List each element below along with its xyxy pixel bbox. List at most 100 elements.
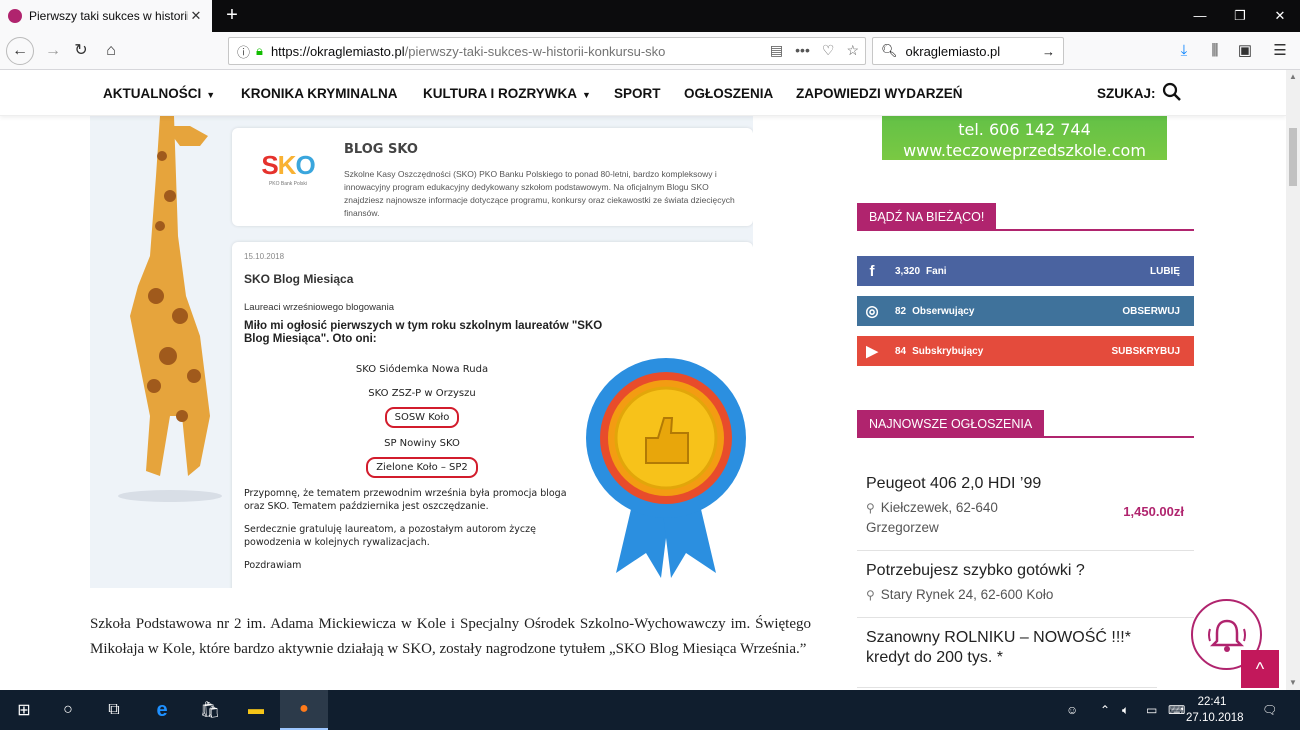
browser-toolbar: ← → ↻ ⌂ ⓘ 🔒︎ https://okraglemiasto.pl /p… [0,32,1300,70]
keyboard-icon[interactable]: ⌨ [1168,690,1185,730]
blog-header-card: SKO PKO Bank Polski BLOG SKO Szkolne Kas… [232,128,753,226]
nav-item-ogloszenia[interactable]: OGŁOSZENIA [684,86,773,101]
sko-logo: SKO PKO Bank Polski [261,150,315,187]
store-icon[interactable]: 🛍︎ [186,690,234,730]
library-icon[interactable]: ⫼ [1203,38,1227,64]
downloads-icon[interactable]: ⤓ [1172,38,1196,64]
section-header-stay-updated: BĄDŹ NA BIEŻĄCO! [857,203,1194,231]
follow-button[interactable]: OBSERWUJ [1122,306,1194,317]
scroll-down-icon[interactable]: ▼ [1286,676,1300,690]
ad-item[interactable]: Peugeot 406 2,0 HDI ’99 1,450.00zł ⚲ Kieł… [857,448,1194,551]
tray-chevron-icon[interactable]: ⌃ [1100,690,1110,730]
site-favicon-icon [8,9,22,23]
close-window-button[interactable]: ✕ [1260,0,1300,32]
location-pin-icon: ⚲ [866,588,875,602]
pocket-icon[interactable]: ♡ [822,42,835,59]
ad-location: Stary Rynek 24, 62-600 Koło [880,587,1054,602]
minimize-button[interactable]: — [1180,0,1220,32]
youtube-subscribe-row[interactable]: ▶ 84 Subskrybujący SUBSKRYBUJ [857,336,1194,366]
post-paragraph: Przypomnę, że tematem przewodnim wrześni… [244,488,567,512]
nav-item-zapowiedzi[interactable]: ZAPOWIEDZI WYDARZEŃ [796,86,963,101]
scroll-up-icon[interactable]: ▲ [1286,70,1300,84]
laureate-item-highlighted: SOSW Koło [292,407,552,428]
laureate-item: SKO Siódemka Nowa Ruda [355,364,489,375]
nav-item-kultura[interactable]: KULTURA I ROZRYWKA ▼ [423,86,591,101]
maximize-button[interactable]: ❐ [1220,0,1260,32]
giraffe-illustration [118,116,222,502]
post-subtitle: Laureaci wrześniowego blogowania [244,302,394,313]
thumbs-up-rosette-icon [586,358,746,578]
post-signoff: Pozdrawiam [244,560,302,571]
search-field[interactable]: 🔍︎ okraglemiasto.pl → [872,37,1064,65]
ad-title[interactable]: Potrzebujesz szybko gotówki ? [866,561,1185,581]
subscribe-button[interactable]: SUBSKRYBUJ [1111,346,1194,357]
scroll-to-top-button[interactable]: ^ [1241,650,1279,688]
nav-item-kronika[interactable]: KRONIKA KRYMINALNA [241,86,398,101]
volume-icon[interactable]: 🔈︎ [1122,690,1129,730]
info-icon[interactable]: ⓘ [237,42,250,61]
task-view-icon[interactable]: ⧉ [90,690,138,730]
laureate-item: SKO ZSZ-P w Orzyszu [368,388,476,399]
ad-location: Kiełczewek, 62-640 Grzegorzew [866,500,998,535]
close-tab-icon[interactable]: ✕ [188,8,204,24]
reload-button[interactable]: ↻ [68,38,94,64]
url-bar[interactable]: ⓘ 🔒︎ https://okraglemiasto.pl /pierwszy-… [228,37,866,65]
site-navigation: AKTUALNOŚCI ▼ KRONIKA KRYMINALNA KULTURA … [0,70,1286,116]
ad-title[interactable]: Peugeot 406 2,0 HDI ’99 [866,474,1185,494]
instagram-follow-row[interactable]: ◎ 82 Obserwujący OBSERWUJ [857,296,1194,326]
bookmark-star-icon[interactable]: ☆ [846,42,859,59]
facebook-icon: f [869,262,875,280]
page-viewport: SKO PKO Bank Polski BLOG SKO Szkolne Kas… [0,70,1286,690]
post-date: 15.10.2018 [244,252,285,261]
laureate-item: SP Nowiny SKO [384,438,460,449]
firefox-icon[interactable]: ● [280,690,328,730]
ads-list: Peugeot 406 2,0 HDI ’99 1,450.00zł ⚲ Kieł… [857,448,1194,688]
home-button[interactable]: ⌂ [98,38,124,64]
back-button[interactable]: ← [6,37,34,65]
like-button[interactable]: LUBIĘ [1150,266,1194,277]
nav-item-aktualnosci[interactable]: AKTUALNOŚCI ▼ [103,86,215,101]
chevron-down-icon: ▼ [581,90,591,100]
ad-title[interactable]: Szanowny ROLNIKU – NOWOŚĆ !!!* kredyt do… [866,628,1148,668]
file-explorer-icon[interactable]: ▬ [232,690,280,730]
laureate-item-highlighted: Zielone Koło – SP2 [292,457,552,478]
blog-description: Szkolne Kasy Oszczędności (SKO) PKO Bank… [344,169,735,218]
instagram-icon: ◎ [865,303,879,320]
ad-item[interactable]: Potrzebujesz szybko gotówki ? ⚲ Stary Ryn… [857,551,1194,618]
notification-center-icon[interactable]: 🗨︎ [1262,690,1277,730]
ad-price: 1,450.00zł [1123,504,1184,519]
search-icon[interactable]: ○ [44,690,92,730]
people-icon[interactable]: ☺ [1066,690,1078,730]
sidebar-icon[interactable]: ▣ [1233,38,1257,64]
menu-icon[interactable]: ☰ [1268,38,1292,64]
youtube-icon: ▶ [866,343,878,360]
article-body-text: Szkoła Podstawowa nr 2 im. Adama Mickiew… [90,616,811,657]
reader-view-icon[interactable]: ▤ [770,42,783,59]
facebook-follow-row[interactable]: f 3,320 Fani LUBIĘ [857,256,1194,286]
nav-item-sport[interactable]: SPORT [614,86,661,101]
search-go-icon[interactable]: → [1042,44,1055,59]
page-actions-icon[interactable]: ••• [795,42,810,59]
system-clock[interactable]: 22:41 27.10.2018 [1186,694,1244,726]
post-title: SKO Blog Miesiąca [244,272,354,286]
url-domain: https://okraglemiasto.pl [270,43,405,59]
new-tab-button[interactable]: + [220,3,244,27]
scrollbar-thumb[interactable] [1289,128,1297,186]
post-paragraph: Serdecznie gratuluję laureatom, a pozost… [244,524,536,548]
battery-icon[interactable]: ▭ [1146,690,1157,730]
tab-active[interactable]: Pierwszy taki sukces w historii k ✕ [0,0,212,32]
search-icon: 🔍︎ [881,43,898,58]
taskbar: ⊞ ○ ⧉ e 🛍︎ ▬ ● ☺ ⌃ 🔈︎ ▭ ⌨ 22:41 27.10.20… [0,690,1300,730]
windows-start-icon[interactable]: ⊞ [0,690,48,730]
article-image: SKO PKO Bank Polski BLOG SKO Szkolne Kas… [90,116,753,588]
forward-button[interactable]: → [40,38,66,64]
page-scrollbar[interactable]: ▲ ▼ [1286,70,1300,690]
location-pin-icon: ⚲ [866,501,875,515]
url-path: /pierwszy-taki-sukces-w-historii-konkurs… [404,43,666,59]
edge-icon[interactable]: e [138,690,186,730]
search-value: okraglemiasto.pl [905,43,1001,59]
search-icon[interactable] [1162,82,1182,102]
blog-post-card: 15.10.2018 SKO Blog Miesiąca Laureaci wr… [232,242,753,588]
ad-item[interactable]: Szanowny ROLNIKU – NOWOŚĆ !!!* kredyt do… [857,618,1157,688]
tab-bar: Pierwszy taki sukces w historii k ✕ + — … [0,0,1300,32]
